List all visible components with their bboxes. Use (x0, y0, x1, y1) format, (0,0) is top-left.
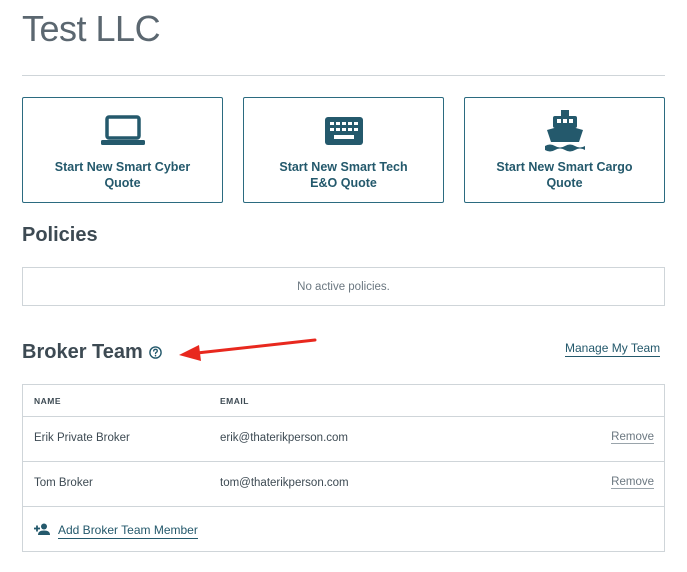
divider (22, 75, 665, 76)
add-person-icon (34, 522, 50, 540)
company-title: Test LLC (22, 8, 161, 49)
no-policies-text: No active policies. (297, 280, 390, 293)
table-row: Erik Private Broker erik@thaterikperson.… (23, 417, 664, 462)
add-broker-team-member-button[interactable]: Add Broker Team Member (34, 522, 198, 540)
ship-icon (544, 110, 585, 152)
broker-team-title: Broker Team (22, 341, 143, 363)
member-email: tom@thaterikperson.com (220, 477, 349, 489)
member-name: Tom Broker (34, 477, 93, 489)
add-member-row: Add Broker Team Member (23, 507, 664, 552)
remove-member-button[interactable]: Remove (611, 476, 654, 489)
broker-team-heading: Broker Team (22, 341, 162, 364)
table-header: NAME EMAIL (23, 385, 664, 417)
manage-my-team-link[interactable]: Manage My Team (565, 341, 661, 357)
card-label: Start New Smart Cyber Quote (54, 160, 191, 190)
start-tech-eo-quote-button[interactable]: Start New Smart Tech E&O Quote (243, 97, 444, 203)
annotation-arrow-icon (179, 338, 317, 361)
laptop-icon (100, 111, 146, 151)
table-row: Tom Broker tom@thaterikperson.com Remove (23, 462, 664, 507)
policies-heading: Policies (22, 224, 98, 246)
column-header-name: NAME (34, 396, 62, 406)
broker-team-table: NAME EMAIL Erik Private Broker erik@that… (22, 384, 665, 552)
start-cargo-quote-button[interactable]: Start New Smart Cargo Quote (464, 97, 665, 203)
help-icon[interactable] (148, 346, 162, 359)
card-label: Start New Smart Cargo Quote (496, 160, 633, 190)
start-cyber-quote-button[interactable]: Start New Smart Cyber Quote (22, 97, 223, 203)
column-header-email: EMAIL (220, 396, 249, 406)
keyboard-icon (324, 111, 363, 151)
remove-member-button[interactable]: Remove (611, 431, 654, 444)
policies-empty-state: No active policies. (22, 267, 665, 306)
member-email: erik@thaterikperson.com (220, 432, 348, 444)
add-member-label: Add Broker Team Member (58, 523, 198, 539)
card-label: Start New Smart Tech E&O Quote (279, 160, 408, 190)
member-name: Erik Private Broker (34, 432, 130, 444)
